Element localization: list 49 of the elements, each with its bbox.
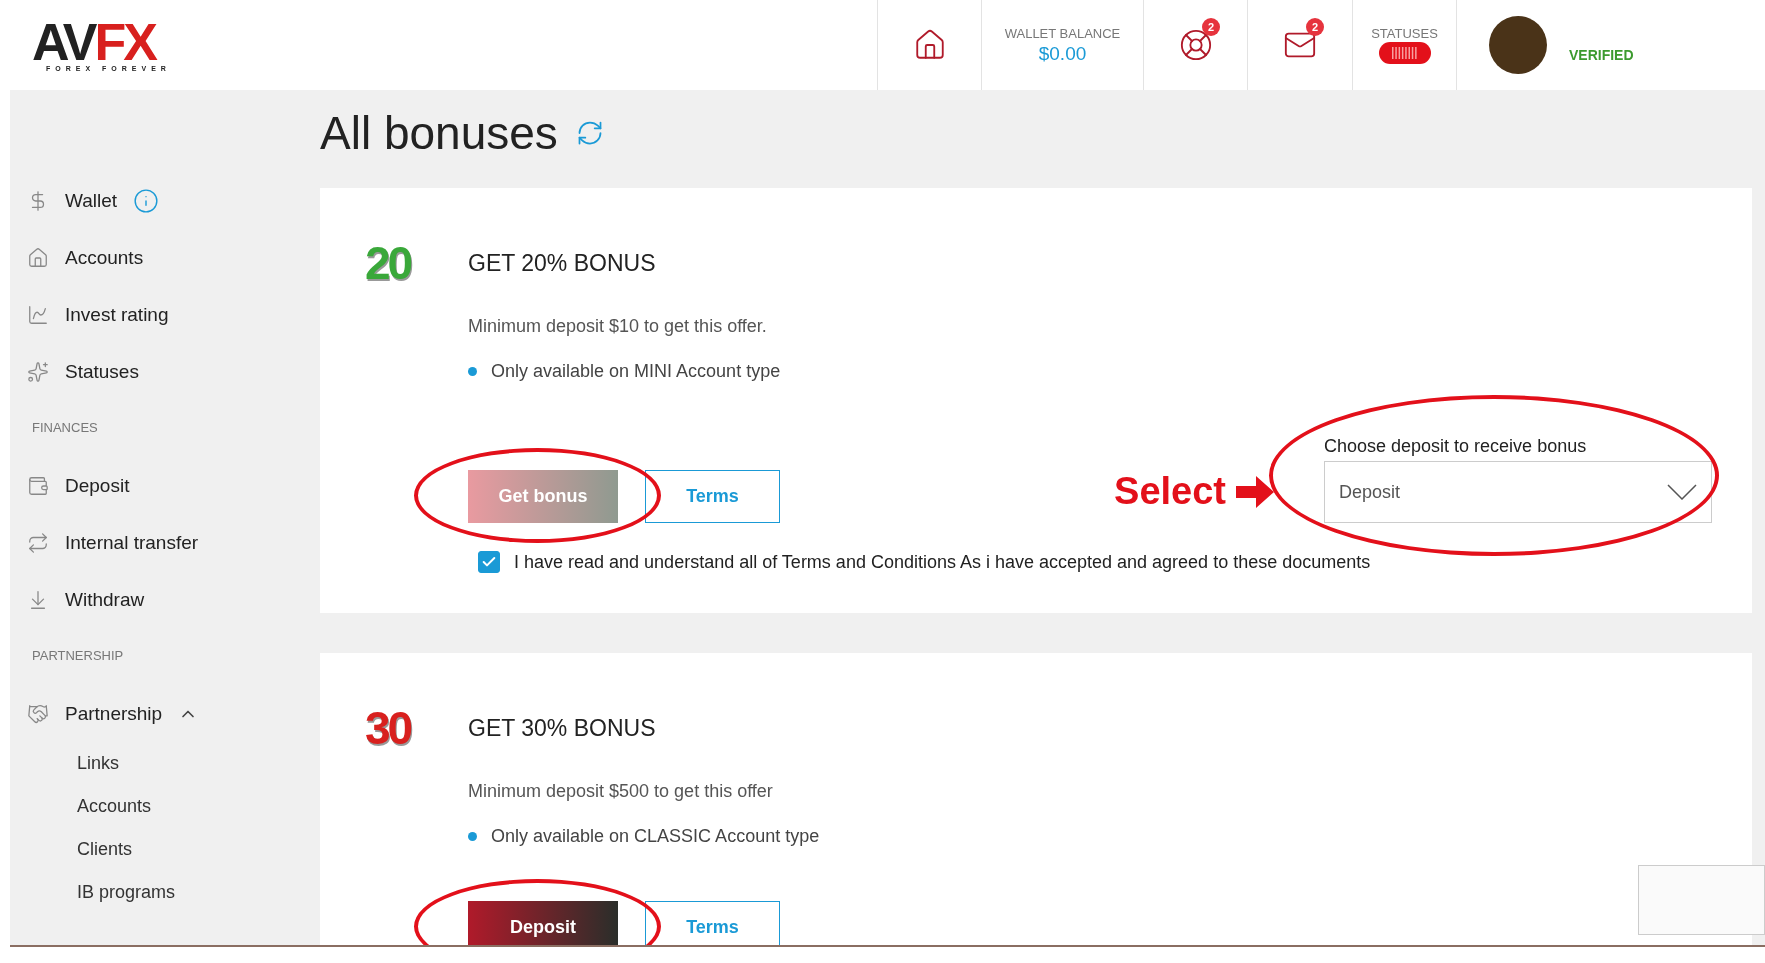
deposit-select[interactable]: Deposit	[1324, 461, 1712, 523]
sidebar-item[interactable]: Accounts	[65, 246, 144, 269]
bonus-description: Minimum deposit $500 to get this offer	[468, 781, 774, 802]
sidebar-item[interactable]: Internal transfer	[65, 531, 199, 554]
bonus-title: GET 30% BONUS	[468, 714, 657, 742]
sidebar-icon	[27, 246, 49, 269]
statuses-label: STATUSES	[1371, 25, 1438, 41]
select-label: Choose deposit to receive bonus	[1324, 436, 1588, 457]
arrow-right-icon	[1236, 475, 1274, 508]
sidebar-icon	[27, 474, 49, 497]
bullet-icon	[468, 832, 477, 841]
notification-badge: 2	[1202, 18, 1220, 36]
sidebar-item[interactable]: Partnership	[65, 702, 163, 725]
bonus-description: Minimum deposit $10 to get this offer.	[468, 316, 768, 337]
chevron-down-icon	[1667, 484, 1697, 500]
bonus-condition: Only available on MINI Account type	[491, 361, 781, 382]
page-title: All bonuses	[320, 106, 558, 160]
sidebar-icon	[27, 303, 49, 326]
notification-badge: 2	[1306, 18, 1324, 36]
sidebar-item[interactable]: Invest rating	[65, 303, 169, 326]
bonus-title: GET 20% BONUS	[468, 249, 657, 277]
sidebar-item[interactable]: Wallet	[65, 189, 118, 212]
bullet-icon	[468, 367, 477, 376]
verified-status: VERIFIED	[1569, 47, 1634, 63]
callout-text: Select	[1114, 470, 1226, 513]
agreement-text: I have read and understand all of Terms and Conditions As i have accepted and agreed to these documents	[514, 551, 1371, 573]
sidebar-icon	[27, 360, 49, 383]
bonus-action-button[interactable]: Deposit	[468, 901, 618, 945]
sidebar-subitem[interactable]: Accounts	[10, 785, 320, 828]
sidebar-icon	[27, 531, 49, 554]
sidebar-icon	[27, 702, 49, 725]
status-pill-icon	[1377, 40, 1432, 65]
sidebar-subitem[interactable]: Clients	[10, 828, 320, 871]
logo: AVFX	[32, 18, 156, 65]
sidebar-item[interactable]: Deposit	[65, 474, 130, 497]
sidebar-subitem[interactable]: IB programs	[10, 871, 320, 914]
agreement-checkbox[interactable]	[478, 551, 500, 573]
sidebar-subitem[interactable]: Links	[10, 742, 320, 785]
sidebar-heading: PARTNERSHIP	[31, 647, 125, 665]
info-icon[interactable]	[133, 187, 160, 214]
avatar[interactable]	[1489, 16, 1547, 74]
bonus-condition: Only available on CLASSIC Account type	[491, 826, 820, 847]
sidebar-item[interactable]: Withdraw	[65, 588, 145, 611]
wallet-balance-value: $0.00	[1038, 42, 1087, 65]
sidebar-heading: FINANCES	[31, 419, 99, 437]
wallet-balance-label: WALLET BALANCE	[1004, 25, 1121, 41]
sidebar-item[interactable]: Statuses	[65, 360, 139, 383]
bonus-number: 30	[365, 701, 412, 755]
bonus-number: 20	[365, 236, 412, 290]
